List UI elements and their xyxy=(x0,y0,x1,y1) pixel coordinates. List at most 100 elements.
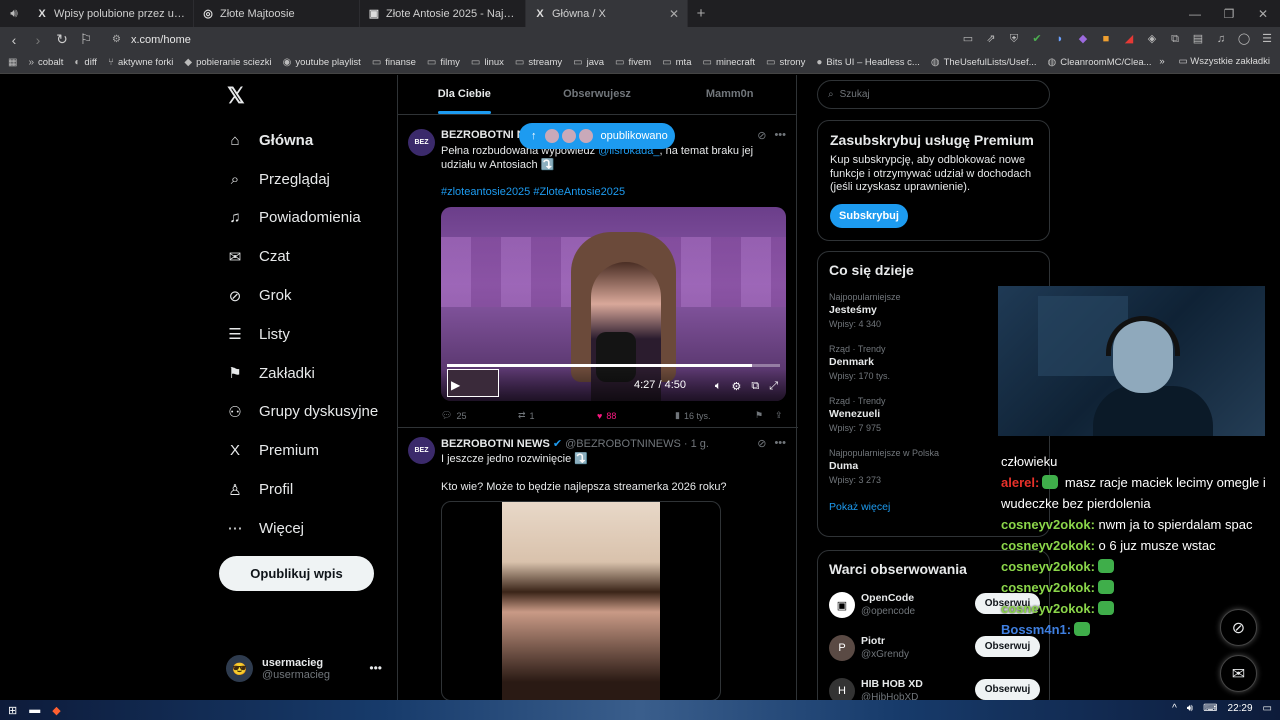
grok-icon[interactable]: ⊘ xyxy=(757,129,766,142)
bookmark-folder[interactable]: ▭ strony xyxy=(766,57,805,68)
pip-icon[interactable]: ⧉ xyxy=(751,380,759,393)
browser-tab-home[interactable]: X Główna / X ✕ xyxy=(526,0,688,27)
nav-item-profile[interactable]: ♙ Profil xyxy=(226,470,378,509)
more-icon[interactable]: ••• xyxy=(774,129,786,142)
reply-button[interactable]: 💬︎ 25 xyxy=(441,410,518,421)
audio-icon[interactable]: 🔊︎ xyxy=(0,0,28,27)
extension-icon[interactable]: ■ xyxy=(1099,32,1113,46)
video-player[interactable]: ▶ 4:27 / 4:50 🔈︎ ⚙ ⧉ ⤢ xyxy=(441,207,786,401)
extensions-puzzle-icon[interactable]: ⧉ xyxy=(1168,32,1182,46)
fullscreen-icon[interactable]: ⤢ xyxy=(769,380,778,393)
tweet[interactable]: BEZ BEZROBOTNI NEWS ⊘ ••• Pełna rozbudowa… xyxy=(398,115,798,428)
nav-item-explore[interactable]: ⌕ Przeglądaj xyxy=(226,160,378,199)
bookmark-folder[interactable]: ▭ java xyxy=(573,57,604,68)
bookmark-item[interactable]: ◍ TheUsefulLists/Usef... xyxy=(931,57,1037,68)
more-bookmarks-icon[interactable]: » xyxy=(1159,56,1164,67)
search-input[interactable]: ⌕ Szukaj xyxy=(817,80,1050,109)
all-bookmarks[interactable]: ▭ Wszystkie zakładki xyxy=(1179,56,1270,67)
bookmark-item[interactable]: ◆ pobieranie sciezki xyxy=(184,57,271,68)
bookmark-item[interactable]: ● Bits UI – Headless c... xyxy=(816,57,920,68)
url-field[interactable]: ⚙ x.com/home xyxy=(112,34,191,46)
repost-button[interactable]: ⇄ 1 xyxy=(518,410,597,421)
close-tab-icon[interactable]: ✕ xyxy=(669,7,679,21)
nav-item-communities[interactable]: ⚇ Grupy dyskusyjne xyxy=(226,393,378,432)
settings-icon[interactable]: ⚙ xyxy=(731,380,741,393)
bookmark-item[interactable]: ◍ CleanroomMC/Clea... xyxy=(1048,57,1152,68)
volume-icon[interactable]: 🔈︎ xyxy=(715,380,722,393)
nav-item-home[interactable]: ⌂ Główna xyxy=(226,121,378,160)
extension-icon[interactable]: ◈ xyxy=(1145,32,1159,46)
grok-icon[interactable]: ⊘ xyxy=(757,437,766,450)
apps-icon[interactable]: ▦ xyxy=(8,57,17,68)
like-button[interactable]: ♥ 88 xyxy=(597,410,675,421)
bookmark-folder[interactable]: ▭ mta xyxy=(662,57,691,68)
avatar[interactable]: BEZ xyxy=(408,437,435,464)
close-window-icon[interactable]: ✕ xyxy=(1246,0,1280,27)
bookmark-item[interactable]: ◐ diff xyxy=(74,57,97,68)
browser-icon[interactable]: ◆ xyxy=(52,704,60,717)
sidebar-icon[interactable]: ▤ xyxy=(1191,32,1205,46)
grok-fab[interactable]: ⊘ xyxy=(1220,609,1257,646)
browser-tab-antosie[interactable]: ▣ Złote Antosie 2025 - Największy Plebi xyxy=(360,0,526,27)
video-scrubber[interactable] xyxy=(447,364,780,367)
shield-icon[interactable]: ⛨ xyxy=(1007,32,1021,46)
share-button[interactable]: ⇪ xyxy=(775,410,783,421)
author-name[interactable]: BEZROBOTNI NEWS xyxy=(441,438,550,450)
restore-icon[interactable]: ❐ xyxy=(1212,0,1246,27)
bookmark-button[interactable]: ⚑ xyxy=(755,410,775,421)
profile-icon[interactable]: ◯ xyxy=(1237,32,1251,46)
menu-icon[interactable]: ☰ xyxy=(1260,32,1274,46)
bookmark-folder[interactable]: ▭ linux xyxy=(471,57,504,68)
nav-item-chat[interactable]: ✉ Czat xyxy=(226,237,378,276)
clock[interactable]: 22:29 xyxy=(1228,703,1253,714)
author-handle[interactable]: @BEZROBOTNINEWS · 1 g. xyxy=(565,438,709,450)
extension-icon[interactable]: ◢ xyxy=(1122,32,1136,46)
tab-following[interactable]: Obserwujesz xyxy=(531,75,664,114)
avatar[interactable]: BEZ xyxy=(408,129,435,156)
bookmark-folder[interactable]: ▭ finanse xyxy=(372,57,416,68)
tab-for-you[interactable]: Dla Ciebie xyxy=(398,75,531,114)
extension-icon[interactable]: ◆ xyxy=(1076,32,1090,46)
more-icon[interactable]: ••• xyxy=(369,661,382,675)
bookmark-folder[interactable]: ▭ fivem xyxy=(615,57,651,68)
subscribe-button[interactable]: Subskrybuj xyxy=(830,203,908,228)
start-icon[interactable]: ⊞ xyxy=(8,704,17,717)
messages-fab[interactable]: ✉ xyxy=(1220,655,1257,692)
follow-button[interactable]: Obserwuj xyxy=(975,679,1040,700)
bookmark-page-icon[interactable]: ⚐ xyxy=(76,31,96,48)
extension-icon[interactable]: ◗ xyxy=(1053,32,1067,46)
hashtags[interactable]: #zloteantosie2025 #ZloteAntosie2025 xyxy=(441,185,786,199)
media-icon[interactable]: ♫ xyxy=(1214,32,1228,46)
tab-mamm0n[interactable]: Mamm0n xyxy=(663,75,796,114)
volume-icon[interactable]: 🔊︎ xyxy=(1187,703,1193,714)
views-button[interactable]: ▮ 16 tys. xyxy=(675,410,755,421)
notifications-icon[interactable]: ▭ xyxy=(1263,703,1272,714)
file-explorer-icon[interactable]: ▬ xyxy=(29,704,40,717)
follow-row[interactable]: H HIB HOB XD @HibHobXD Obserwuj xyxy=(829,676,1040,700)
bookmark-item[interactable]: ⑂ aktywne forki xyxy=(108,57,173,68)
minimize-icon[interactable]: — xyxy=(1178,0,1212,27)
nav-item-premium[interactable]: X Premium xyxy=(226,431,378,470)
x-logo-icon[interactable]: 𝕏 xyxy=(227,83,245,109)
new-tab-button[interactable]: + xyxy=(688,0,714,27)
reload-icon[interactable]: ↻ xyxy=(52,31,72,48)
cast-icon[interactable]: ▭ xyxy=(961,32,975,46)
forward-icon[interactable]: › xyxy=(28,32,48,48)
bookmark-folder[interactable]: ▭ filmy xyxy=(427,57,460,68)
tweet-media[interactable] xyxy=(441,501,721,700)
post-button[interactable]: Opublikuj wpis xyxy=(219,556,374,591)
check-extension-icon[interactable]: ✔ xyxy=(1030,32,1044,46)
nav-item-bookmarks[interactable]: ⚑ Zakładki xyxy=(226,354,378,393)
nav-item-more[interactable]: ⋯ Więcej xyxy=(226,509,378,548)
tray-chevron-icon[interactable]: ^ xyxy=(1172,703,1177,714)
nav-item-lists[interactable]: ☰ Listy xyxy=(226,315,378,354)
site-settings-icon[interactable]: ⚙ xyxy=(112,34,121,45)
account-switcher[interactable]: 😎 usermacieg @usermacieg ••• xyxy=(226,655,386,682)
new-posts-pill[interactable]: ↑ opublikowano xyxy=(519,123,675,149)
bookmark-item[interactable]: » cobalt xyxy=(28,57,63,68)
bookmark-folder[interactable]: ▭ streamy xyxy=(515,57,562,68)
bookmark-item[interactable]: ◉ youtube playlist xyxy=(283,57,361,68)
keyboard-icon[interactable]: ⌨ xyxy=(1203,703,1217,714)
more-icon[interactable]: ••• xyxy=(774,437,786,450)
nav-item-grok[interactable]: ⊘ Grok xyxy=(226,276,378,315)
